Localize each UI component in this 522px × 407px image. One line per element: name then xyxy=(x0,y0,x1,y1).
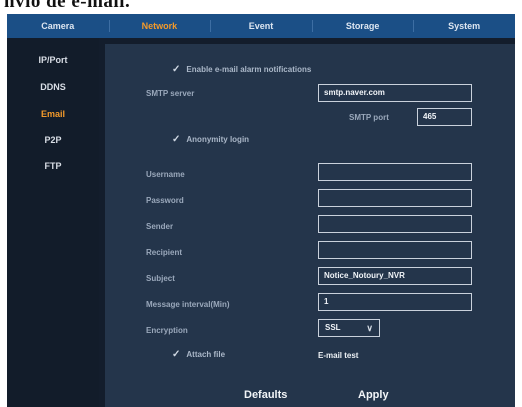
encryption-select[interactable]: SSL ∨ xyxy=(318,319,380,337)
defaults-button[interactable]: Defaults xyxy=(244,389,287,401)
email-settings-panel: ✓ Enable e-mail alarm notifications SMTP … xyxy=(105,44,515,407)
encryption-label: Encryption xyxy=(146,326,188,335)
top-nav: Camera Network Event Storage System xyxy=(7,14,515,38)
username-input[interactable] xyxy=(318,163,472,181)
subject-input[interactable]: Notice_Notoury_NVR xyxy=(318,267,472,285)
sidebar: IP/Port DDNS Email P2P FTP xyxy=(7,38,99,407)
sidebar-item-p2p[interactable]: P2P xyxy=(7,135,99,145)
anonymity-login-label: Anonymity login xyxy=(186,135,250,144)
smtp-port-input[interactable]: 465 xyxy=(417,108,472,126)
email-test-button[interactable]: E-mail test xyxy=(318,351,358,360)
chevron-down-icon: ∨ xyxy=(366,323,373,333)
recipient-input[interactable] xyxy=(318,241,472,259)
tab-event[interactable]: Event xyxy=(210,14,312,38)
sidebar-item-ip-port[interactable]: IP/Port xyxy=(7,55,99,65)
message-interval-input[interactable]: 1 xyxy=(318,293,472,311)
smtp-port-label: SMTP port xyxy=(349,113,389,122)
checkmark-icon: ✓ xyxy=(172,64,181,75)
attach-file-checkbox[interactable]: ✓ Attach file xyxy=(172,349,225,360)
tab-system[interactable]: System xyxy=(413,14,515,38)
enable-notifications-checkbox[interactable]: ✓ Enable e-mail alarm notifications xyxy=(172,64,311,75)
password-input[interactable] xyxy=(318,189,472,207)
tab-storage[interactable]: Storage xyxy=(311,14,414,38)
tab-network[interactable]: Network xyxy=(108,14,211,38)
smtp-server-label: SMTP server xyxy=(146,89,195,98)
password-label: Password xyxy=(146,196,184,205)
caption-text: nvio de e-mail. xyxy=(4,0,131,12)
sidebar-item-email[interactable]: Email xyxy=(7,109,99,119)
enable-notifications-label: Enable e-mail alarm notifications xyxy=(186,65,312,74)
tab-camera[interactable]: Camera xyxy=(7,14,109,38)
checkmark-icon: ✓ xyxy=(172,349,181,360)
attach-file-label: Attach file xyxy=(186,350,226,359)
encryption-value: SSL xyxy=(325,323,341,332)
subject-label: Subject xyxy=(146,274,175,283)
nvr-settings-window: Camera Network Event Storage System IP/P… xyxy=(7,14,515,407)
sender-input[interactable] xyxy=(318,215,472,233)
sender-label: Sender xyxy=(146,222,174,231)
sidebar-item-ftp[interactable]: FTP xyxy=(7,161,99,171)
username-label: Username xyxy=(146,170,185,179)
message-interval-label: Message interval(Min) xyxy=(146,300,230,309)
sidebar-item-ddns[interactable]: DDNS xyxy=(7,82,99,92)
recipient-label: Recipient xyxy=(146,248,183,257)
anonymity-login-checkbox[interactable]: ✓ Anonymity login xyxy=(172,134,249,145)
checkmark-icon: ✓ xyxy=(172,134,181,145)
page-caption: nvio de e-mail. xyxy=(0,0,522,14)
apply-button[interactable]: Apply xyxy=(358,389,389,401)
smtp-server-input[interactable]: smtp.naver.com xyxy=(318,84,472,102)
